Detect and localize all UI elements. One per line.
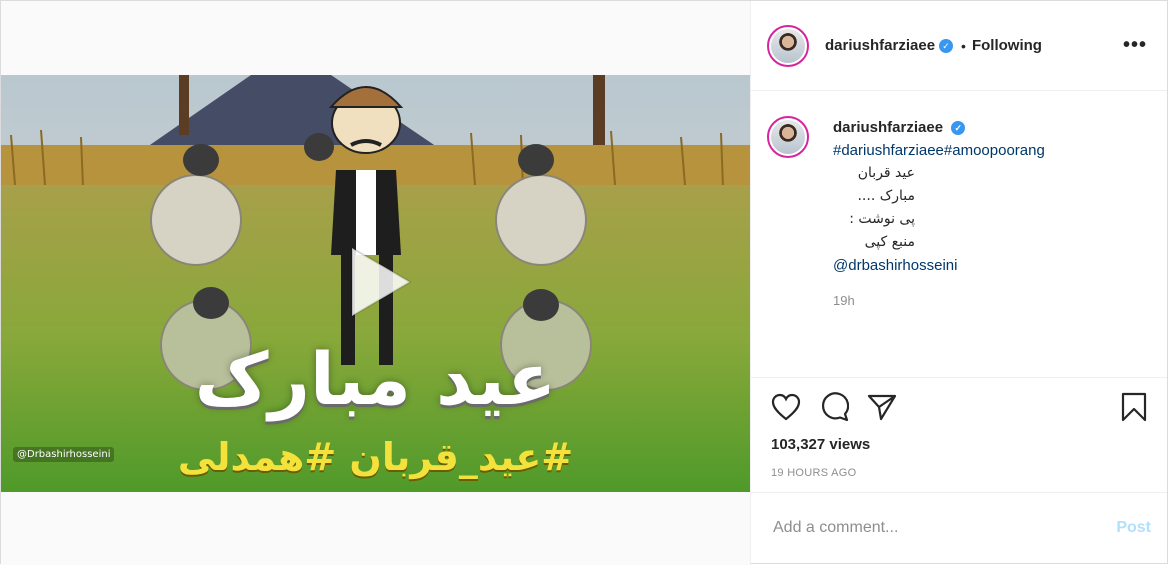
play-icon[interactable] — [334, 240, 418, 324]
instagram-post: @Drbashirhosseini عید مبارک #عید_قربان #… — [0, 0, 1168, 565]
separator-dot: • — [961, 37, 966, 54]
post-date[interactable]: 19 HOURS AGO — [771, 467, 857, 479]
caption-username[interactable]: dariushfarziaee — [833, 119, 943, 136]
view-count[interactable]: 103,327 views — [771, 436, 870, 453]
verified-badge-icon: ✓ — [939, 38, 954, 53]
comment-input[interactable] — [771, 518, 1117, 538]
caption-timestamp[interactable]: 19h — [833, 293, 1151, 308]
caption-mention[interactable]: @drbashirhosseini — [833, 254, 1045, 277]
save-bookmark-icon[interactable] — [1121, 392, 1147, 422]
caption-username-line: dariushfarziaee ✓ — [833, 116, 1045, 139]
video-overlay-tags: #عید_قربان #همدلی — [177, 435, 574, 479]
comment-bubble-icon[interactable] — [819, 392, 849, 422]
media-panel: @Drbashirhosseini عید مبارک #عید_قربان #… — [1, 1, 751, 565]
caption-text: dariushfarziaee ✓ #dariushfarziaee#amoop… — [833, 116, 1045, 277]
header-username[interactable]: dariushfarziaee — [825, 37, 935, 54]
caption-line-3: منبع کپی — [864, 234, 915, 250]
caption-line-2: پی نوشت : — [849, 211, 915, 227]
post-actions: 103,327 views 19 HOURS AGO — [751, 377, 1167, 493]
caption-hashtags[interactable]: #dariushfarziaee#amoopoorang — [833, 139, 1045, 162]
post-sidebar: dariushfarziaee ✓ • Following ••• darius… — [751, 1, 1167, 563]
post-comment-button[interactable]: Post — [1116, 519, 1151, 537]
comment-form: Post — [751, 492, 1167, 563]
post-header: dariushfarziaee ✓ • Following ••• — [751, 1, 1167, 91]
following-button[interactable]: Following — [972, 37, 1042, 54]
video-overlay-title: عید مبارک — [194, 337, 557, 421]
caption-verified-badge-icon: ✓ — [951, 121, 966, 135]
share-paper-plane-icon[interactable] — [867, 393, 897, 421]
caption-avatar[interactable] — [767, 116, 809, 158]
avatar[interactable] — [767, 24, 809, 67]
post-caption: dariushfarziaee ✓ #dariushfarziaee#amoop… — [751, 92, 1167, 376]
more-options-icon[interactable]: ••• — [1123, 34, 1147, 57]
video-player[interactable]: @Drbashirhosseini عید مبارک #عید_قربان #… — [1, 75, 750, 492]
like-heart-icon[interactable] — [771, 393, 801, 421]
caption-line-1: عید قربان مبارک .... — [857, 165, 915, 204]
